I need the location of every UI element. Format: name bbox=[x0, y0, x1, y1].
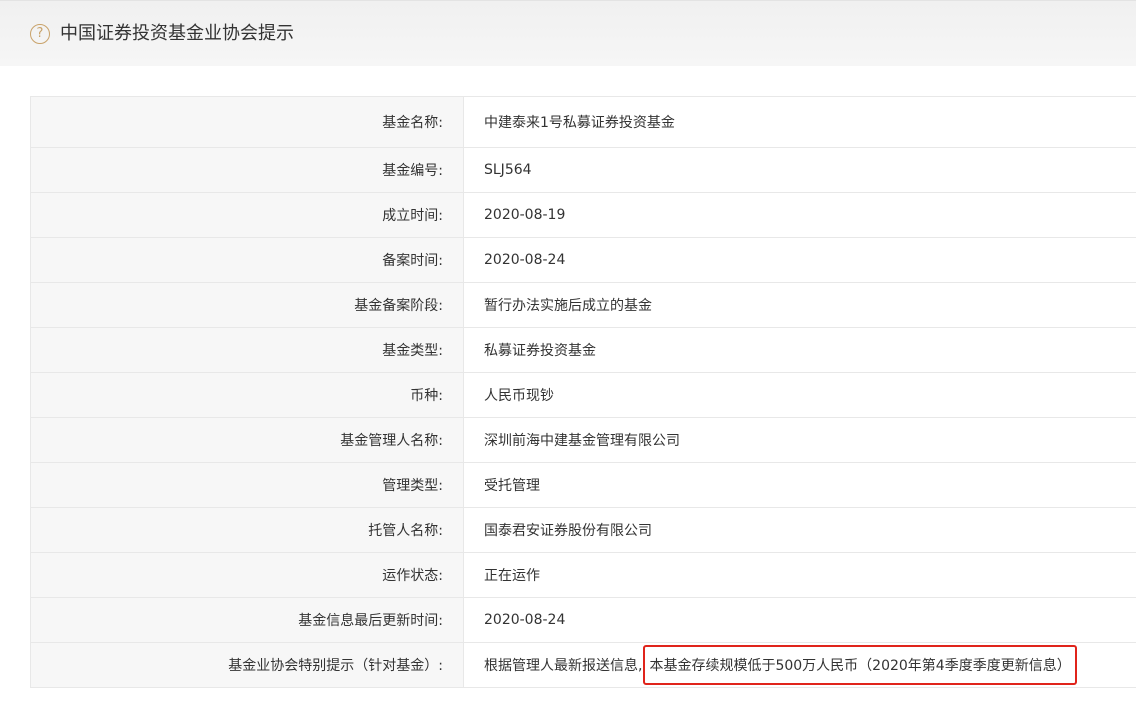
currency-value: 人民币现钞 bbox=[463, 372, 1136, 418]
fund-type-label: 基金类型: bbox=[30, 327, 464, 373]
filing-date-label: 备案时间: bbox=[30, 237, 464, 283]
last-update-value: 2020-08-24 bbox=[463, 597, 1136, 643]
manager-name-label: 基金管理人名称: bbox=[30, 417, 464, 463]
manager-name-value: 深圳前海中建基金管理有限公司 bbox=[463, 417, 1136, 463]
table-row: 基金管理人名称: 深圳前海中建基金管理有限公司 bbox=[30, 417, 1136, 463]
operation-status-label: 运作状态: bbox=[30, 552, 464, 598]
special-notice-label: 基金业协会特别提示（针对基金）: bbox=[30, 642, 464, 688]
table-row: 基金业协会特别提示（针对基金）: 根据管理人最新报送信息, 本基金存续规模低于50… bbox=[30, 642, 1136, 688]
management-type-label: 管理类型: bbox=[30, 462, 464, 508]
table-row: 基金备案阶段: 暂行办法实施后成立的基金 bbox=[30, 282, 1136, 328]
established-date-label: 成立时间: bbox=[30, 192, 464, 238]
table-row: 备案时间: 2020-08-24 bbox=[30, 237, 1136, 283]
table-row: 管理类型: 受托管理 bbox=[30, 462, 1136, 508]
question-circle-icon: ? bbox=[30, 24, 50, 44]
table-row: 基金类型: 私募证券投资基金 bbox=[30, 327, 1136, 373]
special-notice-value: 根据管理人最新报送信息, 本基金存续规模低于500万人民币（2020年第4季度季度… bbox=[463, 642, 1136, 688]
table-row: 基金名称: 中建泰来1号私募证券投资基金 bbox=[30, 96, 1136, 148]
table-row: 成立时间: 2020-08-19 bbox=[30, 192, 1136, 238]
page-title: 中国证券投资基金业协会提示 bbox=[60, 23, 294, 44]
fund-name-value: 中建泰来1号私募证券投资基金 bbox=[463, 96, 1136, 148]
management-type-value: 受托管理 bbox=[463, 462, 1136, 508]
fund-type-value: 私募证券投资基金 bbox=[463, 327, 1136, 373]
filing-stage-value: 暂行办法实施后成立的基金 bbox=[463, 282, 1136, 328]
table-row: 基金信息最后更新时间: 2020-08-24 bbox=[30, 597, 1136, 643]
fund-name-label: 基金名称: bbox=[30, 96, 464, 148]
currency-label: 币种: bbox=[30, 372, 464, 418]
notice-header: ? 中国证券投资基金业协会提示 bbox=[0, 0, 1136, 66]
fund-code-label: 基金编号: bbox=[30, 147, 464, 193]
table-row: 币种: 人民币现钞 bbox=[30, 372, 1136, 418]
fund-info-table: 基金名称: 中建泰来1号私募证券投资基金 基金编号: SLJ564 成立时间: … bbox=[30, 96, 1136, 688]
filing-date-value: 2020-08-24 bbox=[463, 237, 1136, 283]
fund-code-value: SLJ564 bbox=[463, 147, 1136, 193]
table-row: 托管人名称: 国泰君安证券股份有限公司 bbox=[30, 507, 1136, 553]
special-notice-highlight: 本基金存续规模低于500万人民币（2020年第4季度季度更新信息） bbox=[643, 645, 1077, 685]
table-row: 基金编号: SLJ564 bbox=[30, 147, 1136, 193]
table-row: 运作状态: 正在运作 bbox=[30, 552, 1136, 598]
filing-stage-label: 基金备案阶段: bbox=[30, 282, 464, 328]
custodian-name-label: 托管人名称: bbox=[30, 507, 464, 553]
custodian-name-value: 国泰君安证券股份有限公司 bbox=[463, 507, 1136, 553]
operation-status-value: 正在运作 bbox=[463, 552, 1136, 598]
last-update-label: 基金信息最后更新时间: bbox=[30, 597, 464, 643]
established-date-value: 2020-08-19 bbox=[463, 192, 1136, 238]
special-notice-prefix: 根据管理人最新报送信息, bbox=[484, 658, 643, 674]
